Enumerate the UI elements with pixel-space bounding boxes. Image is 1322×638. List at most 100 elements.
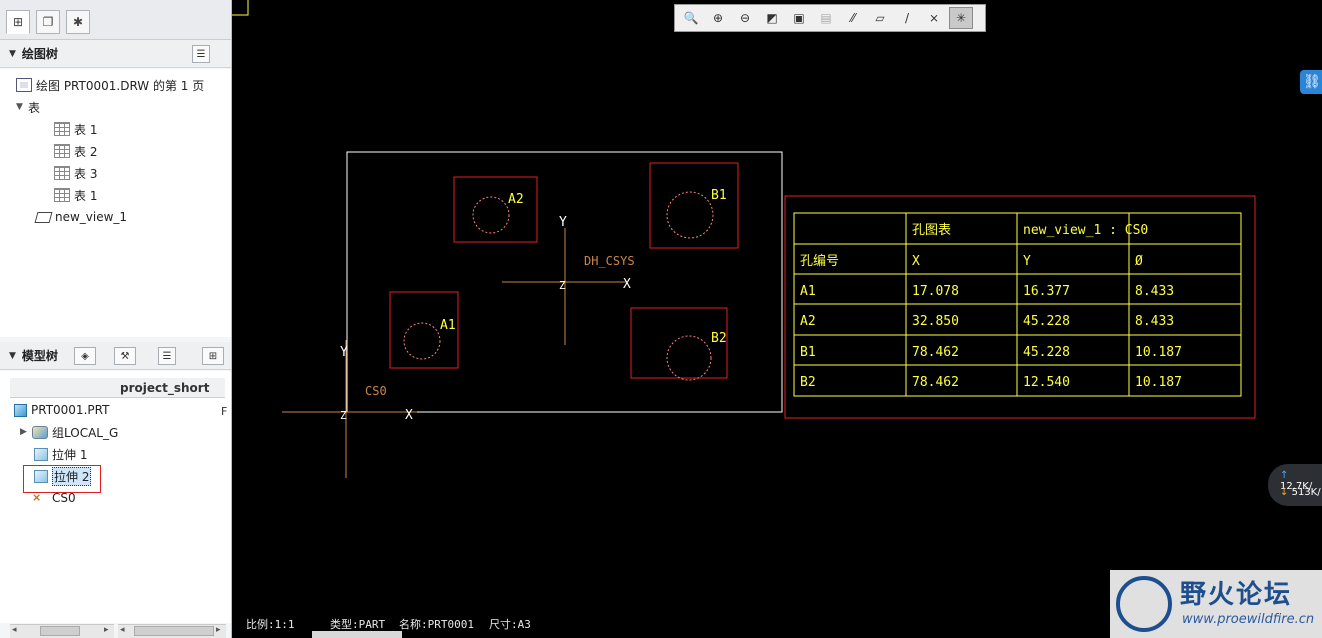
selection-highlight	[23, 465, 101, 493]
horizontal-scrollbar[interactable]: ◂ ▸	[118, 624, 226, 638]
table-cell: A1	[800, 284, 816, 299]
tree-item-view[interactable]: new_view_1	[34, 207, 128, 227]
left-panel: ⊞ ❐ ✱ ▼ 绘图树 ☰ 绘图 PRT0001.DRW 的第 1 页 ▼ 表 …	[0, 0, 232, 638]
table-cell: B2	[800, 375, 816, 390]
repaint-icon: ◩	[766, 11, 778, 25]
tools-icon[interactable]: ⚒	[114, 347, 136, 365]
download-speed-value: 513K/	[1291, 487, 1321, 498]
tree-item-label: 拉伸 1	[52, 447, 88, 462]
tree-item-extrude-1[interactable]: 拉伸 1	[34, 444, 87, 464]
hole-b2	[666, 335, 712, 381]
tree-item-label: 表	[28, 100, 41, 115]
status-name: 名称:PRT0001	[399, 618, 474, 631]
tree-item-part[interactable]: PRT0001.PRT	[14, 400, 109, 420]
table-header-cell: Y	[1023, 254, 1031, 269]
tree-item-label: new_view_1	[55, 210, 128, 224]
table-cell: 32.850	[912, 314, 959, 329]
model-tree-column-header: project_short	[10, 378, 225, 398]
sheet-tab[interactable]	[312, 631, 402, 638]
table-cell: 78.462	[912, 375, 959, 390]
tree-item-table[interactable]: 表 1	[54, 185, 97, 205]
horizontal-scrollbar[interactable]: ◂ ▸	[10, 624, 114, 638]
collapse-arrow-icon[interactable]: ▼	[9, 351, 16, 361]
repaint-button[interactable]: ◩	[760, 7, 784, 29]
plane-display-button[interactable]: ▱	[868, 7, 892, 29]
drawing-tree: 绘图 PRT0001.DRW 的第 1 页 ▼ 表 表 1 表 2 表 3 表 …	[0, 69, 231, 337]
table-cell: 12.540	[1023, 375, 1070, 390]
tree-settings-icon[interactable]: ☰	[192, 45, 210, 63]
view-toolbar: 🔍 ⊕ ⊖ ◩ ▣ ▤ ⁄⁄ ▱ / ⨯ ✳	[674, 4, 986, 32]
expand-arrow-icon[interactable]: ▼	[16, 102, 28, 112]
tree-item-tables[interactable]: ▼ 表	[16, 97, 40, 117]
hole-table-border	[784, 195, 1256, 419]
tree-item-label: 表 3	[74, 166, 98, 181]
column-project-short[interactable]: project_short	[120, 381, 209, 395]
folder-browser-tab-icon[interactable]: ❐	[36, 10, 60, 34]
hole-b1	[666, 191, 714, 239]
zoom-fit-icon: 🔍	[683, 11, 699, 25]
watermark-url: www.proewildfire.cn	[1182, 612, 1315, 627]
display-style-button[interactable]: ▣	[787, 7, 811, 29]
tree-item-table[interactable]: 表 3	[54, 163, 97, 183]
collapse-arrow-icon[interactable]: ▼	[9, 49, 16, 59]
csys-display-button[interactable]: ✳	[949, 7, 973, 29]
table-cell: 16.377	[1023, 284, 1070, 299]
scroll-thumb[interactable]	[40, 626, 80, 636]
table-cell: 10.187	[1135, 375, 1182, 390]
tree-settings-icon[interactable]: ☰	[158, 347, 176, 365]
link-button[interactable]: ⛓	[1300, 70, 1322, 94]
watermark: 野火论坛 www.proewildfire.cn	[1110, 570, 1322, 638]
datum-display-button[interactable]: ⁄⁄	[841, 7, 865, 29]
scroll-left-icon[interactable]: ◂	[12, 625, 17, 635]
hole-label: A1	[440, 318, 456, 333]
point-display-button[interactable]: ⨯	[922, 7, 946, 29]
tree-item-table[interactable]: 表 1	[54, 119, 97, 139]
model-display-icon[interactable]: ◈	[74, 347, 96, 365]
hole-table: 孔图表 new_view_1 : CS0 孔编号 X Y Ø A1 17.078 16.377 8…	[784, 195, 1256, 419]
scroll-thumb[interactable]	[134, 626, 214, 636]
group-icon	[32, 425, 48, 439]
zoom-fit-button[interactable]: 🔍	[679, 7, 703, 29]
tree-item-label: PRT0001.PRT	[31, 403, 110, 417]
status-scale: 比例:1:1	[246, 618, 295, 631]
table-header-cell: 孔图表	[912, 223, 951, 238]
favorites-tab-icon[interactable]: ✱	[66, 10, 90, 34]
hole-label: B2	[711, 331, 727, 346]
drawing-tree-header[interactable]: ▼ 绘图树 ☰	[0, 40, 231, 68]
scroll-left-icon[interactable]: ◂	[120, 625, 125, 635]
saved-views-button[interactable]: ▤	[814, 7, 838, 29]
tree-item-drawing[interactable]: 绘图 PRT0001.DRW 的第 1 页	[16, 75, 204, 95]
drawing-svg: A2 B1 A1 B2 Y X Z DH_CSYS Y X Z CS0 孔图表 …	[232, 0, 1256, 478]
column-cell-value: F	[221, 405, 228, 418]
status-size: 尺寸:A3	[489, 618, 531, 631]
dh-csys-label: DH_CSYS	[584, 254, 635, 268]
zoom-in-button[interactable]: ⊕	[706, 7, 730, 29]
table-cell: 78.462	[912, 345, 959, 360]
axis-y-label: Y	[340, 345, 348, 360]
axis-x-label: X	[405, 408, 413, 423]
table-header-cell: X	[912, 254, 920, 269]
tree-item-group[interactable]: ▶ 组LOCAL_G	[20, 422, 118, 442]
tree-tab-icon[interactable]: ⊞	[6, 10, 30, 34]
watermark-logo-icon	[1116, 576, 1172, 632]
hole-box-a2	[453, 176, 538, 243]
extrude-icon	[34, 447, 48, 461]
table-header-cell: Ø	[1135, 254, 1143, 269]
tree-item-table[interactable]: 表 2	[54, 141, 97, 161]
model-tree-header[interactable]: ▼ 模型树 ◈ ⚒ ☰ ⊞	[0, 342, 231, 370]
hole-label: A2	[508, 192, 524, 207]
scroll-right-icon[interactable]: ▸	[104, 625, 109, 635]
tree-filter-icon[interactable]: ⊞	[202, 347, 224, 365]
axis-z-label: Z	[340, 409, 347, 422]
drawing-canvas[interactable]: A2 B1 A1 B2 Y X Z DH_CSYS Y X Z CS0 孔图表 …	[232, 0, 1322, 638]
axis-y-label: Y	[559, 215, 567, 230]
part-icon	[14, 403, 27, 417]
expand-arrow-icon[interactable]: ▶	[20, 427, 32, 437]
hole-a2	[472, 196, 510, 234]
axis-display-button[interactable]: /	[895, 7, 919, 29]
status-type: 类型:PART	[330, 618, 386, 631]
cs0-label: CS0	[365, 384, 387, 398]
zoom-out-button[interactable]: ⊖	[733, 7, 757, 29]
axis-x-label: X	[623, 277, 631, 292]
scroll-right-icon[interactable]: ▸	[216, 625, 221, 635]
